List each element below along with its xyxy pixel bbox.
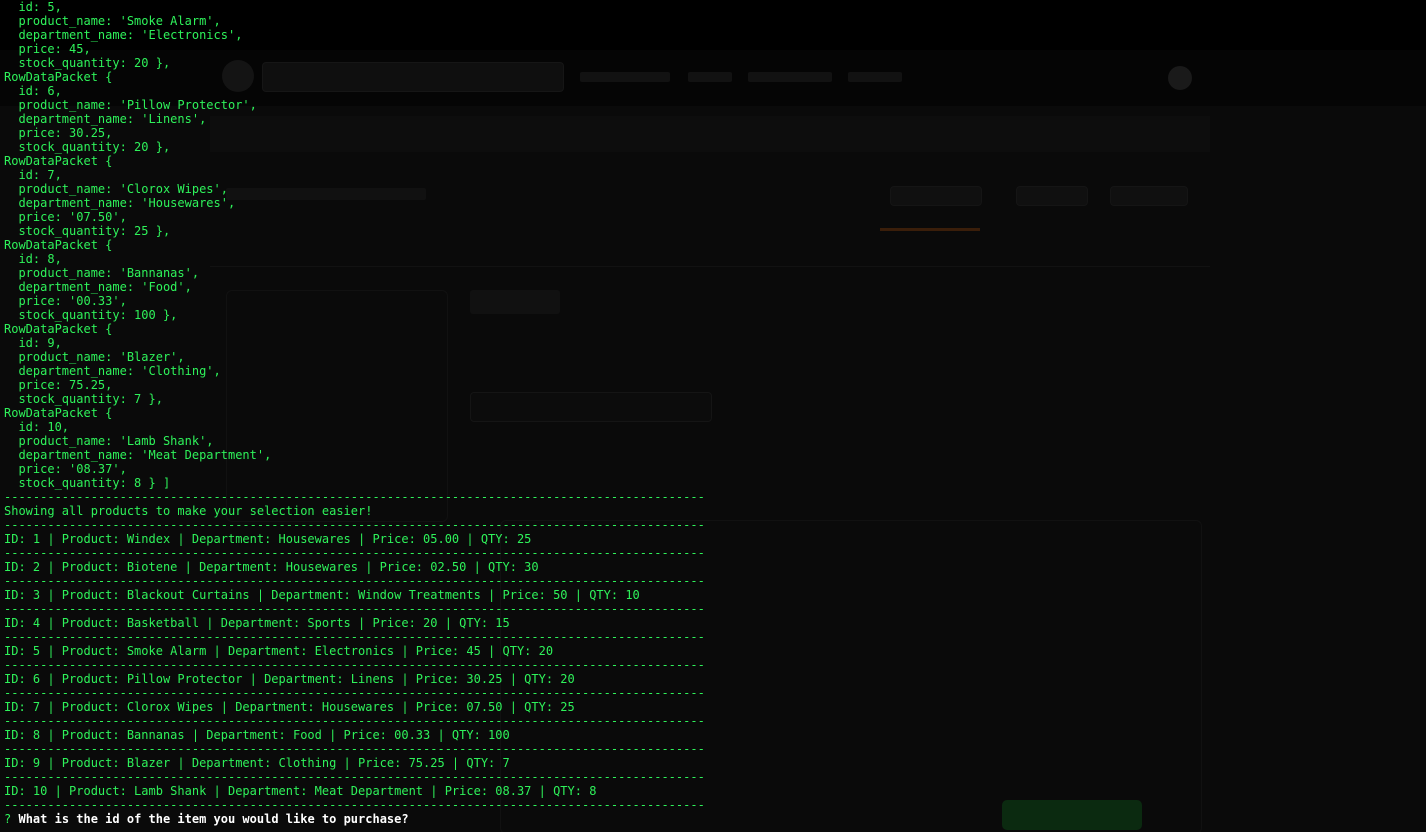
terminal-line: product_name: 'Bannanas', bbox=[4, 266, 200, 280]
background-nav-link bbox=[848, 72, 902, 82]
text-cursor bbox=[409, 813, 416, 825]
terminal-line: price: 30.25, bbox=[4, 126, 113, 140]
terminal-line: price: '07.50', bbox=[4, 210, 127, 224]
terminal-line: ----------------------------------------… bbox=[4, 798, 705, 812]
terminal-line: price: 75.25, bbox=[4, 378, 113, 392]
terminal-line: product_name: 'Lamb Shank', bbox=[4, 434, 214, 448]
terminal-line: ID: 2 | Product: Biotene | Department: H… bbox=[4, 560, 539, 574]
terminal-line: ----------------------------------------… bbox=[4, 490, 705, 504]
terminal-line: stock_quantity: 8 } ] bbox=[4, 476, 171, 490]
prompt-question: What is the id of the item you would lik… bbox=[18, 812, 409, 826]
terminal-line: department_name: 'Clothing', bbox=[4, 364, 221, 378]
terminal-line: Showing all products to make your select… bbox=[4, 504, 373, 518]
background-green-button bbox=[1002, 800, 1142, 830]
terminal-line: ID: 6 | Product: Pillow Protector | Depa… bbox=[4, 672, 575, 686]
terminal-line: stock_quantity: 20 }, bbox=[4, 56, 171, 70]
background-chip bbox=[1016, 186, 1088, 206]
terminal-line: ----------------------------------------… bbox=[4, 658, 705, 672]
terminal-line: stock_quantity: 25 }, bbox=[4, 224, 171, 238]
terminal-line: department_name: 'Electronics', bbox=[4, 28, 243, 42]
terminal-output[interactable]: id: 5, product_name: 'Smoke Alarm', depa… bbox=[4, 0, 705, 826]
terminal-line: stock_quantity: 20 }, bbox=[4, 140, 171, 154]
terminal-line: ID: 7 | Product: Clorox Wipes | Departme… bbox=[4, 700, 575, 714]
terminal-line: id: 5, bbox=[4, 0, 62, 14]
prompt-marker: ? bbox=[4, 812, 12, 826]
terminal-line: ----------------------------------------… bbox=[4, 686, 705, 700]
background-chip bbox=[1110, 186, 1188, 206]
terminal-line: department_name: 'Meat Department', bbox=[4, 448, 272, 462]
terminal-line: ID: 1 | Product: Windex | Department: Ho… bbox=[4, 532, 532, 546]
terminal-line: ----------------------------------------… bbox=[4, 518, 705, 532]
terminal-line: product_name: 'Smoke Alarm', bbox=[4, 14, 221, 28]
terminal-line: ID: 4 | Product: Basketball | Department… bbox=[4, 616, 510, 630]
background-avatar bbox=[1168, 66, 1192, 90]
terminal-line: RowDataPacket { bbox=[4, 154, 113, 168]
background-chip bbox=[890, 186, 982, 206]
terminal-line: ID: 3 | Product: Blackout Curtains | Dep… bbox=[4, 588, 640, 602]
terminal-line: id: 8, bbox=[4, 252, 62, 266]
terminal-line: id: 6, bbox=[4, 84, 62, 98]
background-nav-link bbox=[748, 72, 832, 82]
terminal-line: price: 45, bbox=[4, 42, 91, 56]
terminal-line: ID: 8 | Product: Bannanas | Department: … bbox=[4, 728, 510, 742]
terminal-line: product_name: 'Blazer', bbox=[4, 350, 185, 364]
terminal-line: product_name: 'Clorox Wipes', bbox=[4, 182, 228, 196]
terminal-line: ----------------------------------------… bbox=[4, 630, 705, 644]
terminal-line: ----------------------------------------… bbox=[4, 714, 705, 728]
terminal-window: id: 5, product_name: 'Smoke Alarm', depa… bbox=[0, 0, 1426, 832]
terminal-line: price: '00.33', bbox=[4, 294, 127, 308]
terminal-line: id: 10, bbox=[4, 420, 70, 434]
terminal-line: ID: 5 | Product: Smoke Alarm | Departmen… bbox=[4, 644, 554, 658]
terminal-line: RowDataPacket { bbox=[4, 406, 113, 420]
terminal-line: RowDataPacket { bbox=[4, 70, 113, 84]
terminal-line: department_name: 'Housewares', bbox=[4, 196, 236, 210]
terminal-line: product_name: 'Pillow Protector', bbox=[4, 98, 257, 112]
terminal-line: ID: 9 | Product: Blazer | Department: Cl… bbox=[4, 756, 510, 770]
purchase-prompt[interactable]: ? What is the id of the item you would l… bbox=[4, 812, 705, 826]
terminal-line: stock_quantity: 100 }, bbox=[4, 308, 178, 322]
terminal-line: RowDataPacket { bbox=[4, 238, 113, 252]
terminal-line: ----------------------------------------… bbox=[4, 602, 705, 616]
terminal-line: ID: 10 | Product: Lamb Shank | Departmen… bbox=[4, 784, 597, 798]
terminal-line: RowDataPacket { bbox=[4, 322, 113, 336]
background-tab-underline bbox=[880, 228, 980, 231]
terminal-line: ----------------------------------------… bbox=[4, 546, 705, 560]
terminal-line: department_name: 'Food', bbox=[4, 280, 192, 294]
terminal-line: ----------------------------------------… bbox=[4, 742, 705, 756]
terminal-line: stock_quantity: 7 }, bbox=[4, 392, 163, 406]
terminal-line: ----------------------------------------… bbox=[4, 574, 705, 588]
terminal-line: ----------------------------------------… bbox=[4, 770, 705, 784]
terminal-line: department_name: 'Linens', bbox=[4, 112, 207, 126]
terminal-line: id: 9, bbox=[4, 336, 62, 350]
terminal-line: id: 7, bbox=[4, 168, 62, 182]
terminal-line: price: '08.37', bbox=[4, 462, 127, 476]
